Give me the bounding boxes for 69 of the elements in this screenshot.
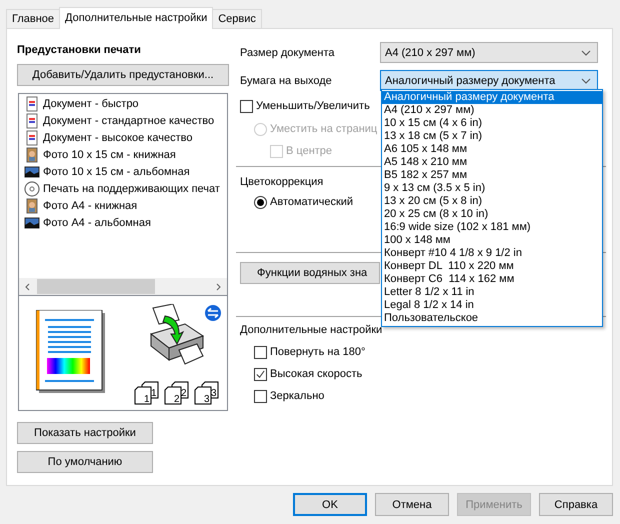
preset-item[interactable]: Фото A4 - книжная [43,200,138,212]
document-size-dropdown[interactable]: A4 (210 x 297 мм) [380,42,598,63]
checkbox[interactable] [254,390,267,402]
checkbox-label: Уменьшить/Увеличить [256,100,370,112]
dropdown-option[interactable]: A4 (210 x 297 мм) [382,104,602,117]
checkbox-label: В центре [286,145,332,157]
horizontal-scrollbar[interactable] [19,278,227,295]
radio-button[interactable] [254,196,267,208]
dropdown-option[interactable]: A5 148 x 210 мм [382,156,602,169]
section-title: Дополнительные настройки [240,323,382,338]
preset-item[interactable]: Фото 10 x 15 см - книжная [43,148,176,160]
dialog-button[interactable]: Отмена [375,493,449,516]
document-icon [24,130,40,146]
chevron-down-icon [581,50,591,56]
swap-arrows-icon[interactable] [205,305,221,321]
dropdown-option[interactable]: Пользовательское [382,312,602,325]
dropdown-option[interactable]: 13 x 20 см (5 x 8 in) [382,195,602,208]
dropdown-option[interactable]: 16:9 wide size (102 x 181 мм) [382,221,602,234]
dropdown-option[interactable]: 9 x 13 см (3.5 x 5 in) [382,182,602,195]
dialog-button[interactable]: OK [293,493,367,516]
radio-label: Автоматический [270,196,354,208]
dropdown-option[interactable]: Legal 8 1/2 x 14 in [382,299,602,312]
dialog-button[interactable]: Справка [539,493,613,516]
dropdown-option[interactable]: A6 105 x 148 мм [382,143,602,156]
field-label: Бумага на выходе [240,74,333,86]
tab[interactable]: Дополнительные настройки [59,7,214,29]
checkbox[interactable] [254,346,267,358]
radio-label: Уместить на страниц [270,123,378,135]
dropdown-option[interactable]: Аналогичный размеру документа [382,91,602,104]
scroll-left-icon[interactable] [24,282,32,290]
dropdown-option[interactable]: 20 x 25 см (8 x 10 in) [382,208,602,221]
checkbox[interactable] [240,100,253,112]
checkbox-label: Высокая скорость [270,368,362,380]
section-title: Цветокоррекция [240,175,324,190]
dropdown-option[interactable]: 13 x 18 см (5 x 7 in) [382,130,602,143]
dropdown-option[interactable]: Letter 8 1/2 x 11 in [382,286,602,299]
disc-icon [24,180,40,196]
checkbox-label: Зеркально [270,390,324,402]
output-paper-dropdown[interactable]: Аналогичный размеру документа [380,70,598,91]
document-icon [24,96,40,112]
photo-icon [24,214,40,230]
chevron-down-icon [581,78,591,84]
photo-icon [24,146,40,162]
dropdown-option[interactable]: 10 x 15 см (4 x 6 in) [382,117,602,130]
preset-item[interactable]: Печать на поддерживающих печат [43,182,220,194]
scroll-right-icon[interactable] [214,282,222,290]
preset-item[interactable]: Фото A4 - альбомная [43,216,151,228]
preset-item[interactable]: Документ - высокое качество [43,132,192,144]
tab[interactable]: Главное [6,9,60,28]
tab[interactable]: Сервис [212,9,262,28]
dropdown-option[interactable]: B5 182 x 257 мм [382,169,602,182]
preset-item[interactable]: Документ - стандартное качество [43,114,214,126]
checkbox-label: Повернуть на 180° [270,346,366,358]
preset-item[interactable]: Документ - быстро [43,98,139,110]
settings-button[interactable]: По умолчанию [17,451,153,473]
document-icon [24,112,40,128]
add-remove-presets-button[interactable]: Добавить/Удалить предустановки... [17,64,229,86]
settings-button[interactable]: Показать настройки [17,422,153,444]
watermark-button[interactable]: Функции водяных зна [240,262,380,284]
section-title: Предустановки печати [17,43,142,58]
dropdown-option[interactable]: Конверт DL 110 x 220 мм [382,260,602,273]
photo-icon [24,164,40,180]
field-label: Размер документа [240,46,336,58]
dropdown-option[interactable]: 100 x 148 мм [382,234,602,247]
photo-icon [24,198,40,214]
checkbox[interactable] [254,368,267,380]
preset-item[interactable]: Фото 10 x 15 см - альбомная [43,166,190,178]
dropdown-option[interactable]: Конверт C6 114 x 162 мм [382,273,602,286]
dropdown-option[interactable]: Конверт #10 4 1/8 x 9 1/2 in [382,247,602,260]
